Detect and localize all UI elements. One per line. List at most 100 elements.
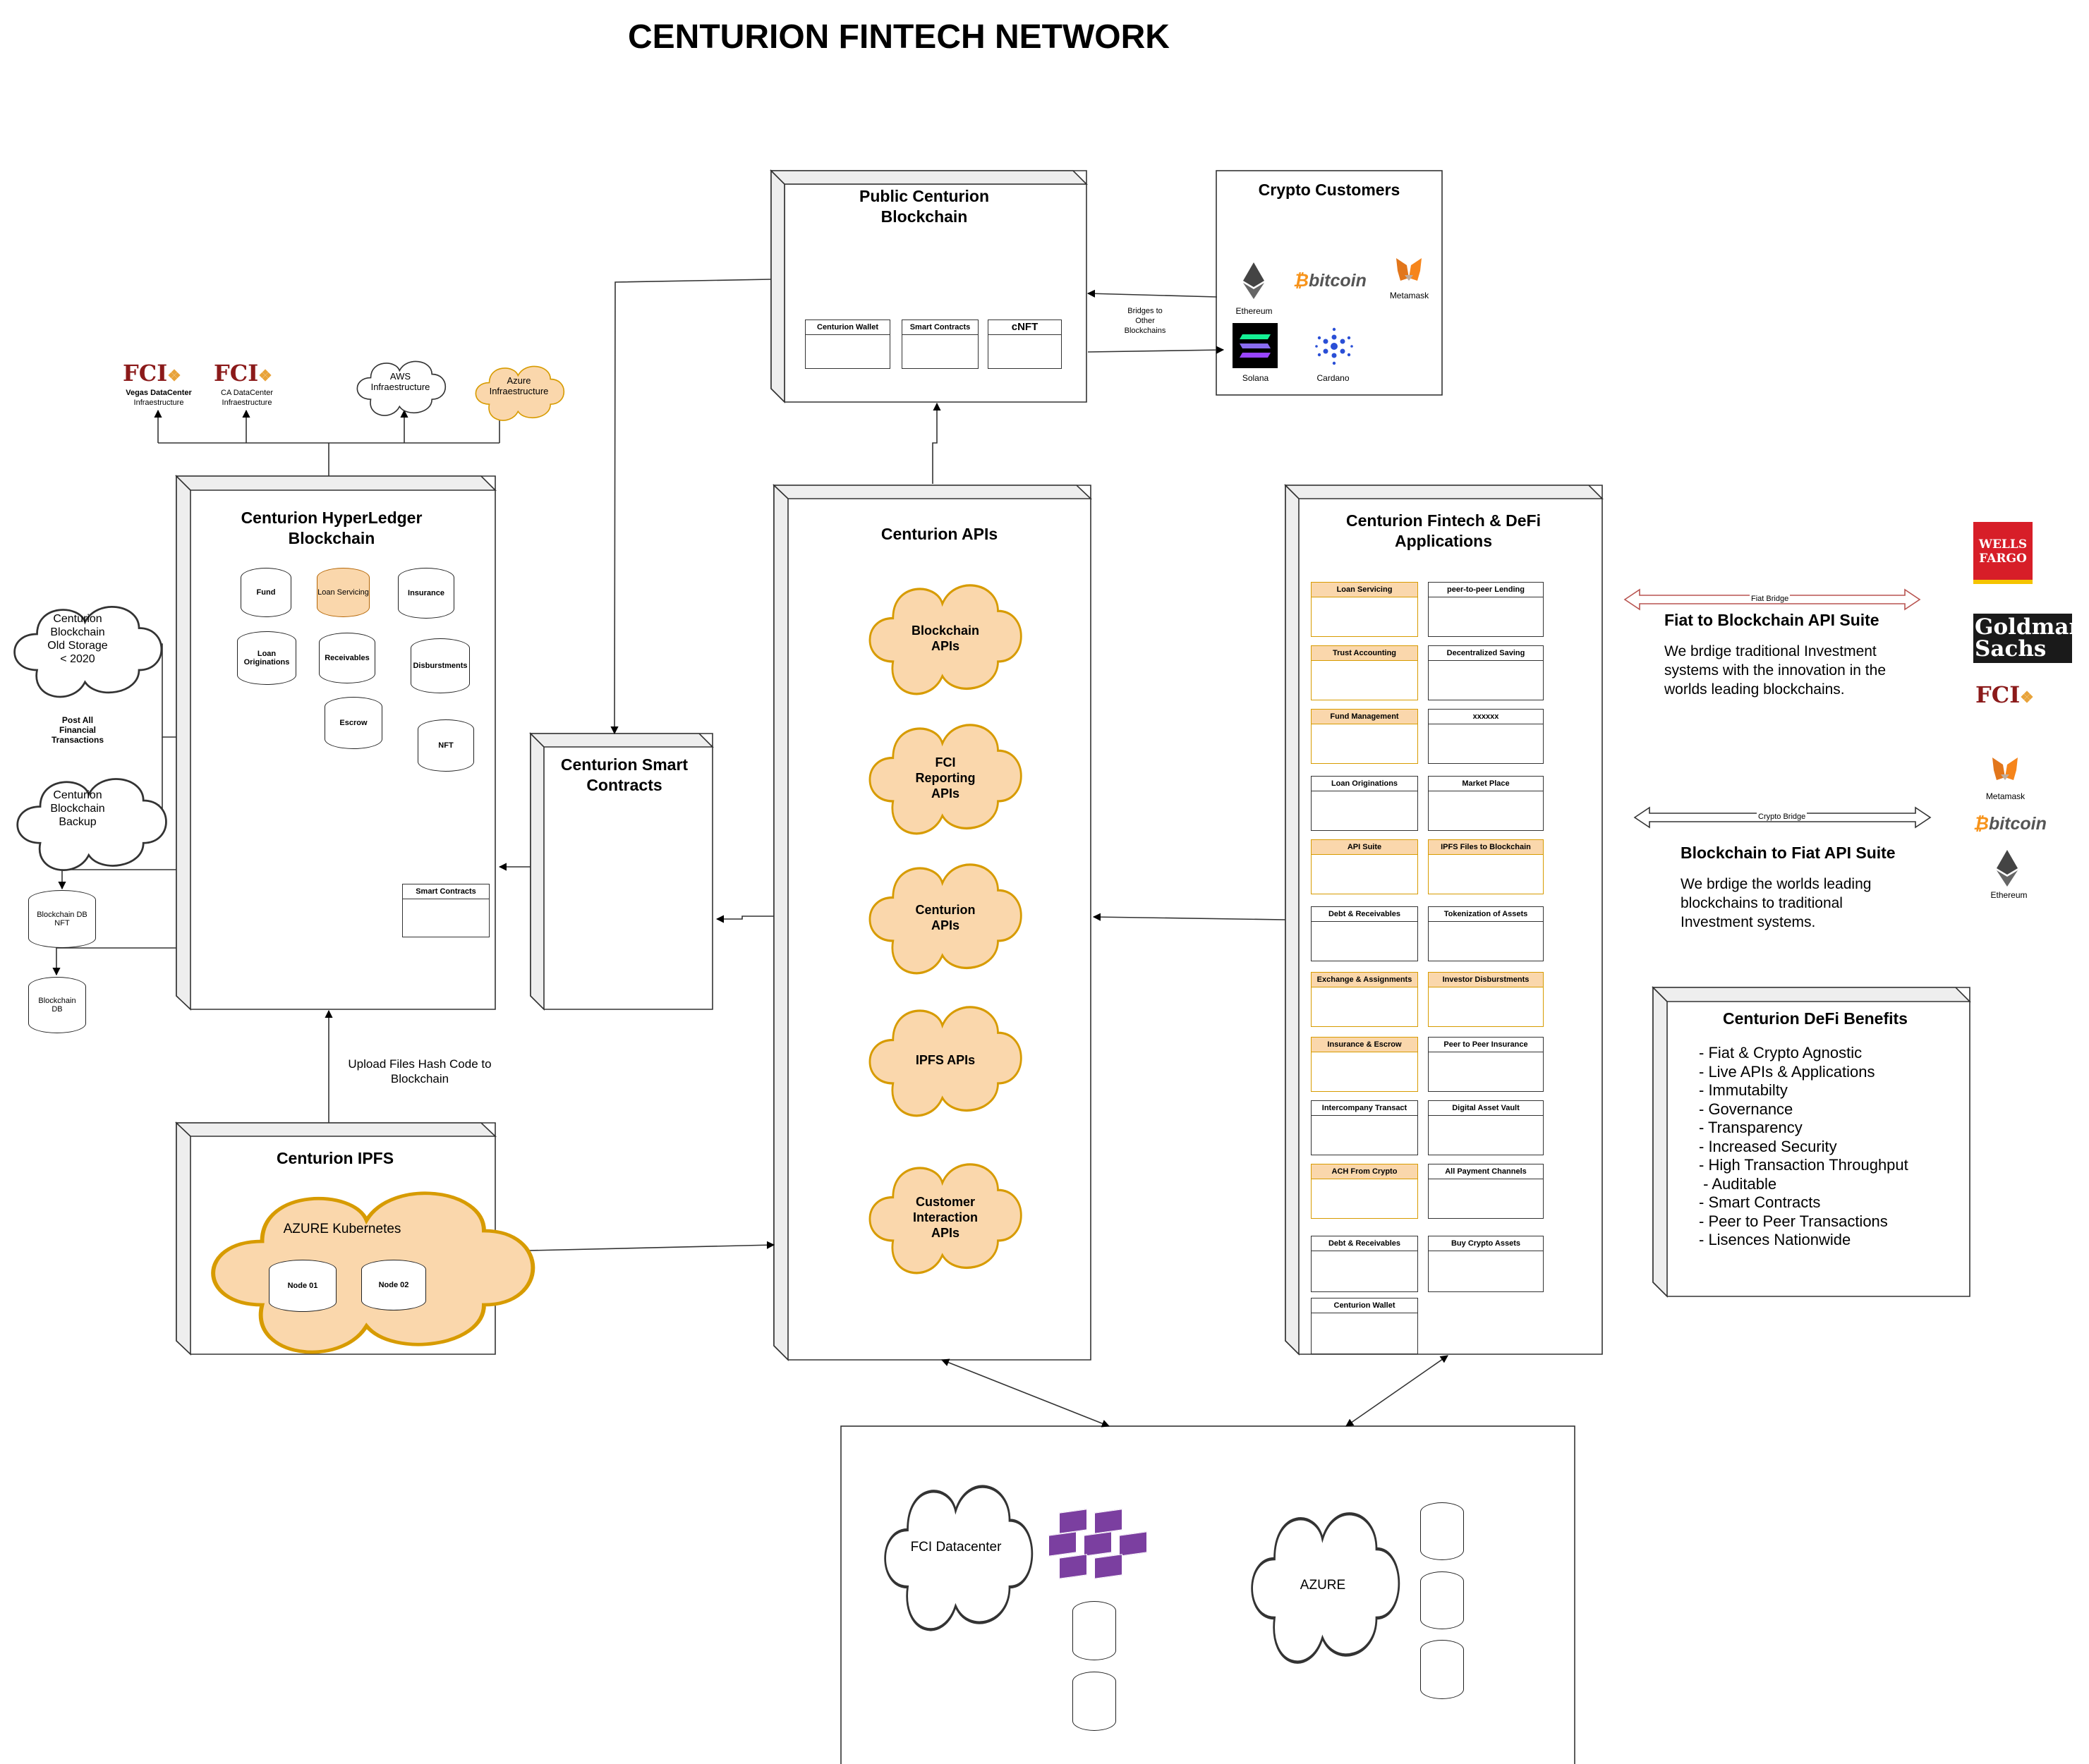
- app-tile[interactable]: peer-to-peer Lending: [1428, 582, 1544, 637]
- app-tile-label: Intercompany Transact: [1312, 1101, 1417, 1116]
- app-tile[interactable]: All Payment Channels: [1428, 1164, 1544, 1219]
- fci-diamond-icon: ❖: [258, 367, 272, 385]
- hyperledger-smart-contracts-box: Smart Contracts: [402, 884, 490, 937]
- app-tile[interactable]: xxxxxx: [1428, 709, 1544, 764]
- app-tile[interactable]: Intercompany Transact: [1311, 1100, 1418, 1155]
- fiat-suite-body: We brdige traditional Investment systems …: [1664, 643, 1886, 698]
- fiat-bridge-label: Fiat Bridge: [1750, 595, 1791, 603]
- app-tile-label: Trust Accounting: [1312, 646, 1417, 661]
- container-cube-icon: [1094, 1509, 1122, 1534]
- store-nft: NFT: [418, 719, 474, 772]
- aws-cloud-label: AWS Infraestructure: [370, 371, 430, 392]
- public-cnft-box: cNFT: [988, 320, 1062, 369]
- azure-db: [1420, 1571, 1464, 1629]
- bitcoin-icon: ₿: [1973, 814, 1989, 834]
- metamask-fox-icon: [1992, 758, 2018, 780]
- app-tile-label: Exchange & Assignments: [1312, 973, 1417, 987]
- app-tile[interactable]: Insurance & Escrow: [1311, 1037, 1418, 1092]
- app-tile[interactable]: IPFS Files to Blockchain: [1428, 839, 1544, 894]
- app-tile-label: Investor Disburstments: [1429, 973, 1543, 987]
- smart-contracts-title: Centurion Smart Contracts: [560, 755, 689, 794]
- metamask-right-label: Metamask: [1985, 791, 2026, 801]
- old-storage-cloud-label: Centurion Blockchain Old Storage < 2020: [47, 613, 108, 665]
- upload-hash-label: Upload Files Hash Code to Blockchain: [348, 1057, 492, 1085]
- app-tile[interactable]: Centurion Wallet: [1311, 1298, 1418, 1354]
- container-cube-icon: [1094, 1554, 1122, 1579]
- wells-fargo-logo: WELLS FARGO: [1973, 522, 2033, 584]
- hyperledger-title: Centurion HyperLedger Blockchain: [241, 509, 423, 547]
- public-blockchain-title: Public Centurion Blockchain: [859, 187, 989, 226]
- benefit-item: - Peer to Peer Transactions: [1699, 1212, 1888, 1230]
- store-loan-servicing: Loan Servicing: [317, 568, 370, 617]
- app-tile-label: IPFS Files to Blockchain: [1429, 840, 1543, 855]
- page-title: CENTURION FINTECH NETWORK: [628, 18, 1170, 56]
- fci-datacenter-label: FCI Datacenter: [910, 1540, 1002, 1555]
- bitcoin-icon: ₿: [1293, 271, 1309, 291]
- app-tile[interactable]: Loan Originations: [1311, 776, 1418, 831]
- app-tile[interactable]: Fund Management: [1311, 709, 1418, 764]
- api-blockchain[interactable]: Blockchain APIs: [862, 575, 1029, 702]
- store-fund: Fund: [241, 568, 291, 617]
- fci-diamond-icon: ❖: [2020, 688, 2034, 707]
- app-tile-label: Digital Asset Vault: [1429, 1101, 1543, 1116]
- benefit-item: - Smart Contracts: [1699, 1193, 1821, 1211]
- app-tile-label: Centurion Wallet: [1312, 1298, 1417, 1313]
- crypto-suite-title: Blockchain to Fiat API Suite: [1681, 844, 1896, 862]
- app-tile[interactable]: Investor Disburstments: [1428, 972, 1544, 1027]
- app-tile-label: Loan Servicing: [1312, 583, 1417, 597]
- benefit-item: - Auditable: [1699, 1174, 1777, 1193]
- ethereum-label: Ethereum: [1235, 306, 1273, 316]
- benefit-item: - Fiat & Crypto Agnostic: [1699, 1044, 1863, 1062]
- apis-title: Centurion APIs: [880, 525, 998, 543]
- app-tile[interactable]: Exchange & Assignments: [1311, 972, 1418, 1027]
- solana-icon: [1233, 323, 1278, 368]
- api-customer-interaction[interactable]: Customer Interaction APIs: [862, 1154, 1029, 1281]
- app-tile-label: Market Place: [1429, 777, 1543, 791]
- benefits-list: - Fiat & Crypto Agnostic - Live APIs & Ap…: [1699, 1044, 1953, 1250]
- app-tile[interactable]: Loan Servicing: [1311, 582, 1418, 637]
- app-tile[interactable]: Debt & Receivables: [1311, 1236, 1418, 1292]
- diagram-canvas: CENTURION FINTECH NETWORK Public Centuri…: [0, 0, 2089, 1764]
- api-ipfs[interactable]: IPFS APIs: [862, 997, 1029, 1124]
- public-wallet-box: Centurion Wallet: [805, 320, 890, 369]
- apps-title: Centurion Fintech & DeFi Applications: [1346, 511, 1541, 550]
- goldman-sachs-logo: Goldman Sachs: [1973, 614, 2085, 663]
- blockchain-db-nft: Blockchain DB NFT: [28, 890, 96, 948]
- app-tile[interactable]: Buy Crypto Assets: [1428, 1236, 1544, 1292]
- cardano-label: Cardano: [1316, 373, 1350, 383]
- store-insurance: Insurance: [398, 568, 454, 619]
- azure-containers-icon: [1048, 1509, 1154, 1595]
- node-01: Node 01: [269, 1260, 337, 1312]
- app-tile[interactable]: Debt & Receivables: [1311, 906, 1418, 961]
- app-tile[interactable]: Decentralized Saving: [1428, 645, 1544, 700]
- ca-label: CA DataCenter Infraestructure: [221, 389, 273, 407]
- app-tile[interactable]: API Suite: [1311, 839, 1418, 894]
- fci-diamond-icon: ❖: [167, 367, 181, 385]
- app-tile-label: All Payment Channels: [1429, 1164, 1543, 1179]
- api-centurion[interactable]: Centurion APIs: [862, 854, 1029, 981]
- app-tile[interactable]: Tokenization of Assets: [1428, 906, 1544, 961]
- app-tile[interactable]: Digital Asset Vault: [1428, 1100, 1544, 1155]
- azure-cloud-label: Azure Infraestructure: [489, 375, 549, 396]
- app-tile[interactable]: Trust Accounting: [1311, 645, 1418, 700]
- benefits-title: Centurion DeFi Benefits: [1723, 1009, 1908, 1028]
- app-tile-label: Buy Crypto Assets: [1429, 1236, 1543, 1251]
- node-02: Node 02: [361, 1260, 426, 1310]
- container-cube-icon: [1048, 1531, 1077, 1557]
- benefit-item: - Governance: [1699, 1100, 1793, 1118]
- backup-cloud-label: Centurion Blockchain Backup: [50, 789, 105, 828]
- ethereum-right-label: Ethereum: [1990, 890, 2028, 900]
- bitcoin-logo: ₿bitcoin: [1293, 271, 1367, 291]
- app-tile[interactable]: ACH From Crypto: [1311, 1164, 1418, 1219]
- benefit-item: - Increased Security: [1699, 1137, 1837, 1155]
- store-escrow: Escrow: [325, 697, 382, 749]
- ethereum-icon: [1997, 850, 2018, 887]
- azure-datacenter-label: AZURE: [1300, 1578, 1346, 1593]
- app-tile-label: Tokenization of Assets: [1429, 907, 1543, 922]
- app-tile[interactable]: Market Place: [1428, 776, 1544, 831]
- app-tile-label: API Suite: [1312, 840, 1417, 855]
- api-fci-reporting[interactable]: FCI Reporting APIs: [862, 714, 1029, 841]
- store-receivables: Receivables: [319, 633, 375, 683]
- app-tile[interactable]: Peer to Peer Insurance: [1428, 1037, 1544, 1092]
- container-cube-icon: [1059, 1509, 1087, 1534]
